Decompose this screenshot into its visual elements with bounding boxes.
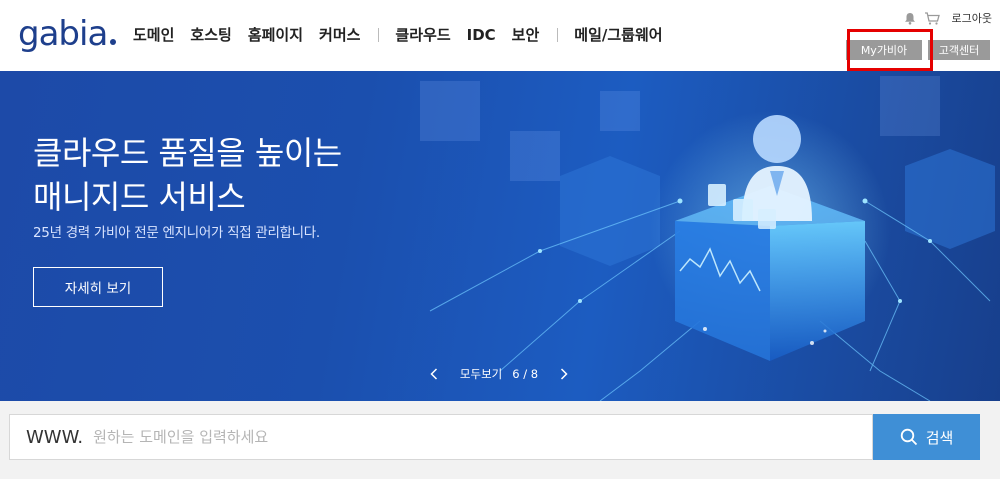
hero-title-line1: 클라우드 품질을 높이는 [33, 134, 342, 172]
cart-icon[interactable] [924, 11, 940, 25]
utility-bar: 로그아웃 [904, 9, 992, 27]
nav-item-security[interactable]: 보안 [512, 22, 540, 48]
domain-search-box: WWW. [9, 414, 873, 460]
nav-item-homepage[interactable]: 홈페이지 [248, 22, 303, 48]
customer-center-button[interactable]: 고객센터 [928, 40, 990, 60]
domain-search-section: WWW. 검색 [0, 401, 1000, 479]
nav-divider [557, 28, 559, 42]
bell-icon[interactable] [904, 12, 916, 25]
logout-link[interactable]: 로그아웃 [952, 10, 992, 26]
domain-search-input[interactable] [93, 415, 872, 459]
mygabia-button[interactable]: My가비아 [846, 40, 922, 60]
view-all-link[interactable]: 모두보기 [460, 366, 502, 382]
search-button[interactable]: 검색 [873, 414, 980, 460]
logo-text: gabia [18, 14, 108, 54]
nav-divider [378, 28, 380, 42]
hero-title-line2: 매니지드 서비스 [33, 178, 246, 216]
gabia-logo[interactable]: gabia [18, 14, 117, 54]
header-buttons: My가비아 고객센터 [846, 40, 990, 60]
site-header: gabia 도메인 호스팅 홈페이지 커머스 클라우드 IDC 보안 메일/그룹… [0, 0, 1000, 71]
slide-counter: 6 / 8 [512, 367, 539, 381]
nav-item-cloud[interactable]: 클라우드 [395, 22, 450, 48]
www-prefix: WWW. [26, 426, 84, 448]
nav-item-idc[interactable]: IDC [467, 22, 496, 48]
nav-item-commerce[interactable]: 커머스 [319, 22, 360, 48]
chevron-right-icon[interactable] [554, 364, 574, 384]
hero-banner: 클라우드 품질을 높이는 매니지드 서비스 25년 경력 가비아 전문 엔지니어… [0, 71, 1000, 401]
nav-item-domain[interactable]: 도메인 [133, 22, 174, 48]
carousel-pager: 모두보기 6 / 8 [419, 357, 579, 391]
chevron-left-icon[interactable] [424, 364, 444, 384]
logo-dot [110, 39, 117, 45]
global-nav: 도메인 호스팅 홈페이지 커머스 클라우드 IDC 보안 메일/그룹웨어 [133, 22, 679, 48]
hero-subtitle: 25년 경력 가비아 전문 엔지니어가 직접 관리합니다. [33, 225, 320, 241]
nav-item-mail-groupware[interactable]: 메일/그룹웨어 [574, 22, 662, 48]
hero-title: 클라우드 품질을 높이는 매니지드 서비스 [33, 131, 342, 219]
nav-item-hosting[interactable]: 호스팅 [190, 22, 231, 48]
search-icon [900, 428, 917, 446]
search-button-label: 검색 [925, 428, 954, 447]
view-details-button[interactable]: 자세히 보기 [33, 267, 163, 307]
